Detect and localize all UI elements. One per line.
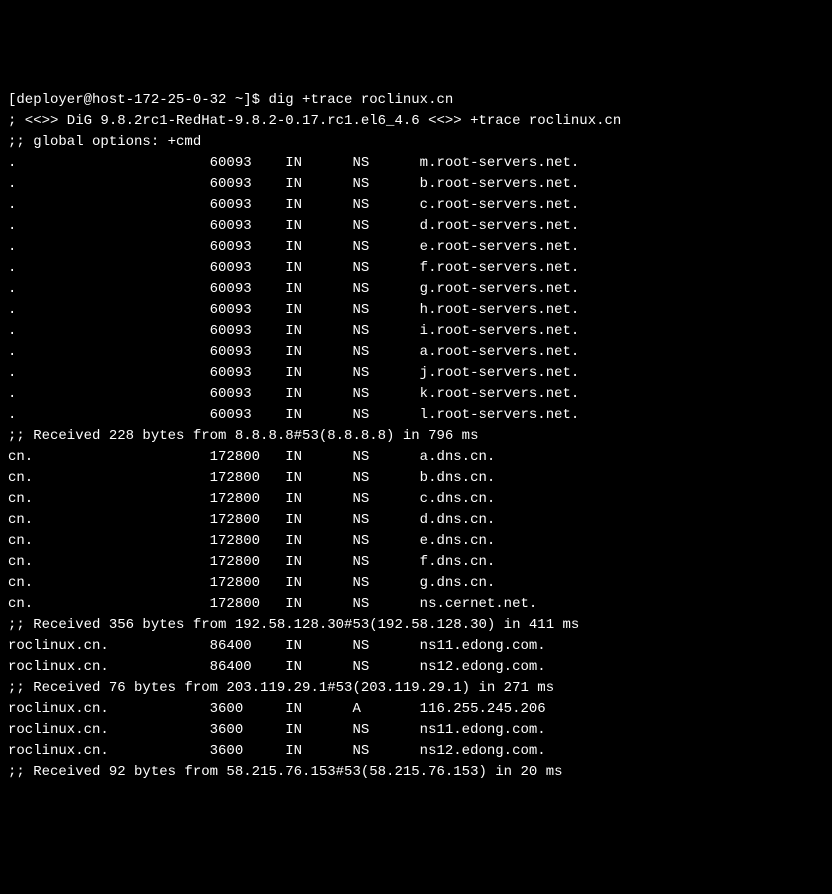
dns-record: roclinux.cn. 86400 IN NS ns12.edong.com. — [8, 657, 824, 678]
received-line: ;; Received 92 bytes from 58.215.76.153#… — [8, 762, 824, 783]
dns-record: . 60093 IN NS k.root-servers.net. — [8, 384, 824, 405]
dns-record: . 60093 IN NS f.root-servers.net. — [8, 258, 824, 279]
received-line: ;; Received 356 bytes from 192.58.128.30… — [8, 615, 824, 636]
dig-version-line: ; <<>> DiG 9.8.2rc1-RedHat-9.8.2-0.17.rc… — [8, 111, 824, 132]
dns-record: cn. 172800 IN NS d.dns.cn. — [8, 510, 824, 531]
dns-record: . 60093 IN NS e.root-servers.net. — [8, 237, 824, 258]
dns-record: . 60093 IN NS j.root-servers.net. — [8, 363, 824, 384]
dns-record: . 60093 IN NS g.root-servers.net. — [8, 279, 824, 300]
dns-record: . 60093 IN NS h.root-servers.net. — [8, 300, 824, 321]
dns-record: roclinux.cn. 3600 IN NS ns11.edong.com. — [8, 720, 824, 741]
dns-record: cn. 172800 IN NS e.dns.cn. — [8, 531, 824, 552]
dns-record: cn. 172800 IN NS a.dns.cn. — [8, 447, 824, 468]
received-line: ;; Received 228 bytes from 8.8.8.8#53(8.… — [8, 426, 824, 447]
dns-record: cn. 172800 IN NS g.dns.cn. — [8, 573, 824, 594]
dns-record: cn. 172800 IN NS c.dns.cn. — [8, 489, 824, 510]
command-line: [deployer@host-172-25-0-32 ~]$ dig +trac… — [8, 90, 824, 111]
dns-record: . 60093 IN NS c.root-servers.net. — [8, 195, 824, 216]
dns-record: . 60093 IN NS b.root-servers.net. — [8, 174, 824, 195]
dns-record: . 60093 IN NS i.root-servers.net. — [8, 321, 824, 342]
terminal-output: [deployer@host-172-25-0-32 ~]$ dig +trac… — [8, 90, 824, 783]
global-options-line: ;; global options: +cmd — [8, 132, 824, 153]
dns-record: cn. 172800 IN NS ns.cernet.net. — [8, 594, 824, 615]
received-line: ;; Received 76 bytes from 203.119.29.1#5… — [8, 678, 824, 699]
dns-record: . 60093 IN NS l.root-servers.net. — [8, 405, 824, 426]
dns-record: cn. 172800 IN NS b.dns.cn. — [8, 468, 824, 489]
dns-record: roclinux.cn. 86400 IN NS ns11.edong.com. — [8, 636, 824, 657]
dns-record: cn. 172800 IN NS f.dns.cn. — [8, 552, 824, 573]
dns-record: . 60093 IN NS d.root-servers.net. — [8, 216, 824, 237]
dns-record: roclinux.cn. 3600 IN A 116.255.245.206 — [8, 699, 824, 720]
dns-record: . 60093 IN NS m.root-servers.net. — [8, 153, 824, 174]
dns-record: roclinux.cn. 3600 IN NS ns12.edong.com. — [8, 741, 824, 762]
dns-record: . 60093 IN NS a.root-servers.net. — [8, 342, 824, 363]
